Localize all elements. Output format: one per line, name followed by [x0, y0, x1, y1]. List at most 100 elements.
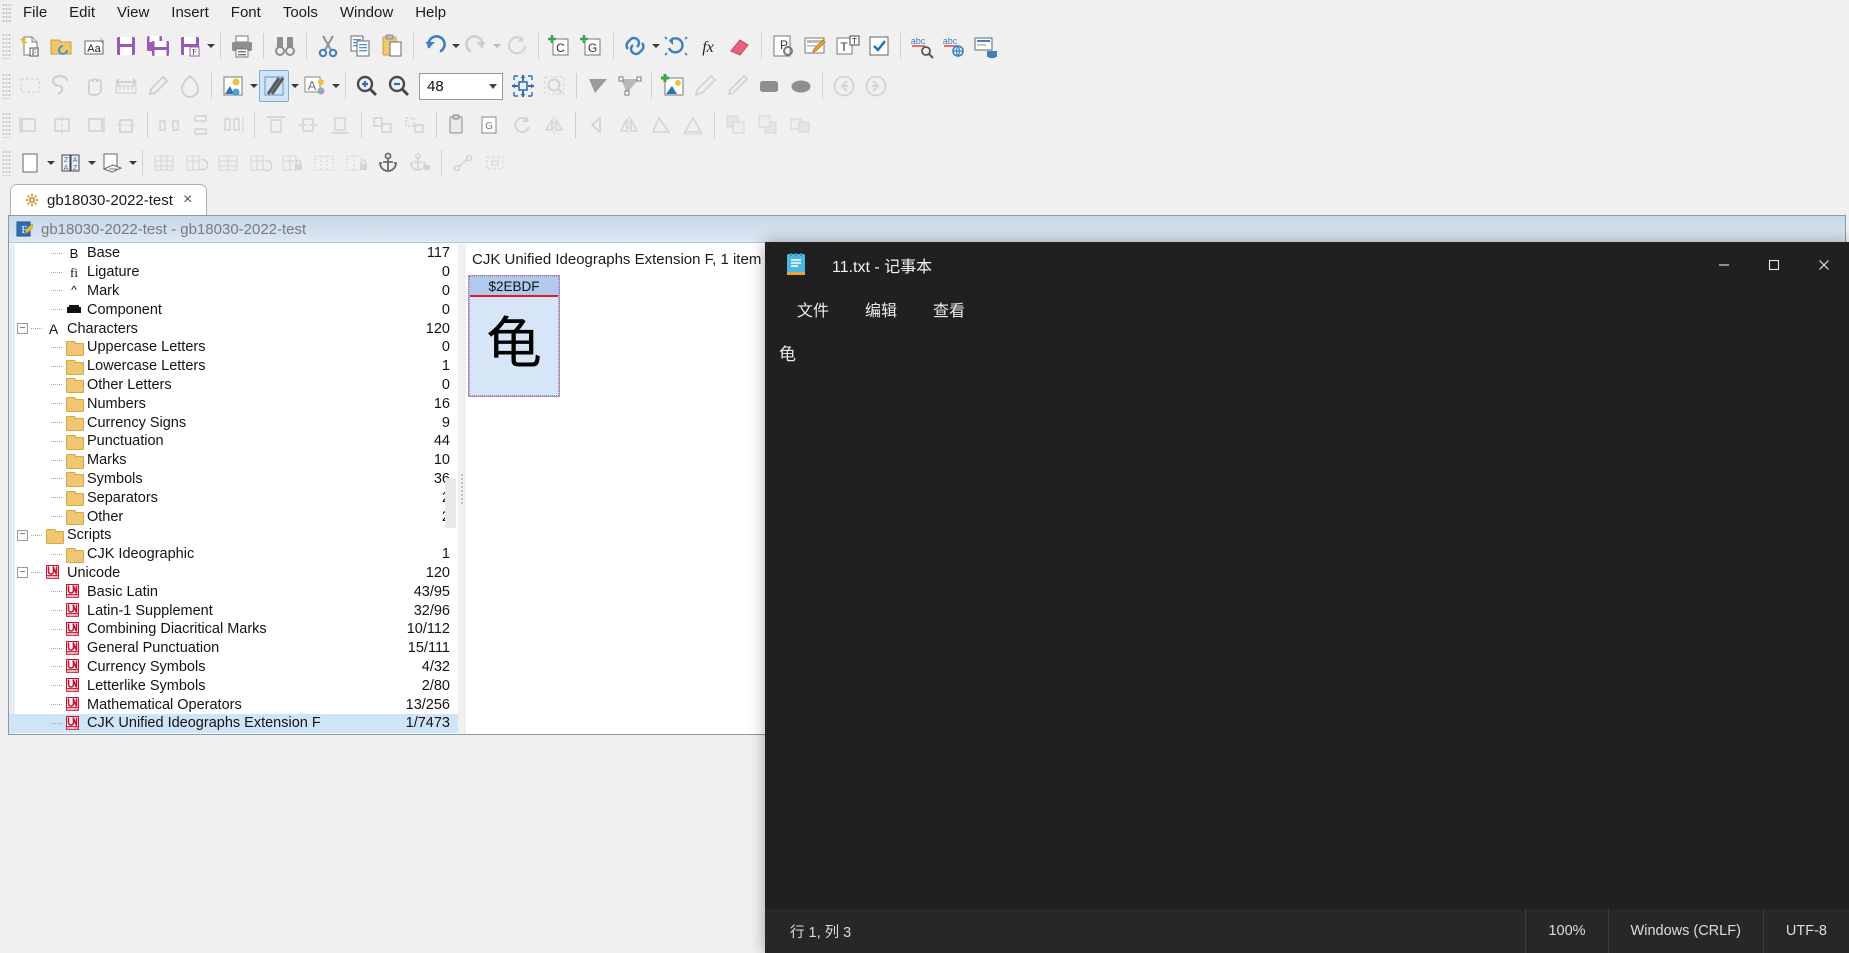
- next-glyph-button[interactable]: [861, 70, 891, 102]
- install-font-button[interactable]: Aa: [79, 30, 109, 62]
- glyph-category-tree[interactable]: B Base 117 fi Ligature 0 ^ Mark 0 Component 0 − A Cha…: [9, 244, 458, 734]
- previous-contour-button[interactable]: [582, 109, 612, 141]
- fill-color-caret[interactable]: [250, 84, 258, 88]
- function-button[interactable]: fx: [693, 30, 723, 62]
- tree-item[interactable]: Lowercase Letters 1: [9, 357, 458, 376]
- notepad-menu-view[interactable]: 查看: [919, 292, 979, 326]
- zoom-level[interactable]: 100%: [1525, 909, 1607, 953]
- notepad-menu-edit[interactable]: 编辑: [851, 292, 911, 326]
- spellcheck-button[interactable]: abc: [907, 30, 937, 62]
- notepad-menu-file[interactable]: 文件: [783, 292, 843, 326]
- menu-insert[interactable]: Insert: [160, 1, 220, 24]
- redo-button[interactable]: [461, 30, 491, 62]
- distribute-v-button[interactable]: [186, 109, 216, 141]
- link-dropdown-caret[interactable]: [652, 44, 660, 48]
- edit-metadata-button[interactable]: [800, 30, 830, 62]
- menu-grip[interactable]: [2, 2, 12, 23]
- edit-table-button[interactable]: [213, 147, 243, 179]
- swap-order-button[interactable]: [785, 109, 815, 141]
- measure-tool[interactable]: [111, 70, 141, 102]
- lasso-tool[interactable]: [47, 70, 77, 102]
- align-vcenter-button[interactable]: [293, 109, 323, 141]
- menu-edit[interactable]: Edit: [58, 1, 106, 24]
- tab-gb18030-2022-test[interactable]: gb18030-2022-test ×: [10, 184, 208, 215]
- insert-image-button[interactable]: [658, 70, 688, 102]
- lock-columns-button[interactable]: [341, 147, 371, 179]
- tree-item[interactable]: Punctuation 44: [9, 432, 458, 451]
- select-tool[interactable]: [15, 70, 45, 102]
- add-glyph-button[interactable]: G: [577, 30, 607, 62]
- print-button[interactable]: [227, 30, 257, 62]
- tree-item[interactable]: ^ Mark 0: [9, 282, 458, 301]
- encoding[interactable]: UTF-8: [1762, 909, 1849, 953]
- zoom-selection-button[interactable]: [540, 70, 570, 102]
- send-back-button[interactable]: [753, 109, 783, 141]
- tree-item[interactable]: − A Characters 120: [9, 319, 458, 338]
- update-glyphs-button[interactable]: [661, 30, 691, 62]
- distort-button[interactable]: [678, 109, 708, 141]
- text-tool-caret[interactable]: [332, 84, 340, 88]
- copy-button[interactable]: [345, 30, 375, 62]
- insert-table-button[interactable]: [149, 147, 179, 179]
- anchor-lock-button[interactable]: [405, 147, 435, 179]
- toolbar-grip[interactable]: [2, 150, 11, 176]
- add-character-button[interactable]: C: [545, 30, 575, 62]
- revert-table-button[interactable]: [245, 147, 275, 179]
- contour-style-button[interactable]: [259, 70, 289, 102]
- test-text-button[interactable]: T T: [832, 30, 862, 62]
- align-center-h-button[interactable]: [47, 109, 77, 141]
- notepad-title-bar[interactable]: 11.txt - 记事本: [765, 242, 1849, 288]
- sort-button[interactable]: Z A A Z: [56, 147, 86, 179]
- tree-item[interactable]: UNICODE CJK Unified Ideographs Extension…: [9, 713, 458, 733]
- ellipse-tool-button[interactable]: [786, 70, 816, 102]
- tree-item[interactable]: UNICODE Combining Diacritical Marks 10/11…: [9, 620, 458, 639]
- tree-item[interactable]: UNICODE Mathematical Operators 13/256: [9, 695, 458, 714]
- tree-item[interactable]: Marks 10: [9, 451, 458, 470]
- align-top-button[interactable]: [261, 109, 291, 141]
- tree-item[interactable]: UNICODE Currency Symbols 4/32: [9, 658, 458, 677]
- lock-table-button[interactable]: [277, 147, 307, 179]
- minimize-button[interactable]: [1699, 242, 1749, 288]
- close-icon[interactable]: ×: [181, 192, 194, 208]
- align-middle-button[interactable]: [111, 109, 141, 141]
- previous-glyph-button[interactable]: [829, 70, 859, 102]
- table-undo-button[interactable]: [181, 147, 211, 179]
- document-title-bar[interactable]: F gb18030-2022-test - gb18030-2022-test: [9, 216, 1845, 243]
- tree-vertical-scrollbar[interactable]: [445, 478, 456, 528]
- tree-item[interactable]: UNICODE Letterlike Symbols 2/80: [9, 676, 458, 695]
- pen-tool[interactable]: [175, 70, 205, 102]
- distribute-h-button[interactable]: [154, 109, 184, 141]
- slant-transform-button[interactable]: [615, 70, 645, 102]
- font-size-combo[interactable]: 48: [419, 72, 503, 100]
- menu-view[interactable]: View: [106, 1, 160, 24]
- rotate-button[interactable]: [507, 109, 537, 141]
- save-all-button[interactable]: [143, 30, 173, 62]
- tree-item[interactable]: B Base 117: [9, 244, 458, 263]
- anchor-button[interactable]: [373, 147, 403, 179]
- toolbar-grip[interactable]: [2, 112, 11, 138]
- paste-special-button[interactable]: [443, 109, 473, 141]
- contour-style-caret[interactable]: [291, 84, 299, 88]
- save-as-font-button[interactable]: F: [175, 30, 205, 62]
- glyph-cell[interactable]: $2EBDF 龟: [468, 275, 560, 397]
- undo-button[interactable]: [420, 30, 450, 62]
- tree-item[interactable]: Numbers 16: [9, 394, 458, 413]
- tree-item[interactable]: − Scripts: [9, 526, 458, 545]
- tree-item[interactable]: UNICODE Latin-1 Supplement 32/96: [9, 601, 458, 620]
- save-as-dropdown-caret[interactable]: [207, 44, 215, 48]
- toolbar-grip[interactable]: [2, 33, 11, 59]
- collapse-expander[interactable]: −: [17, 529, 28, 541]
- notepad-text-area[interactable]: 龟: [765, 330, 1849, 909]
- link-glyphs-button[interactable]: [620, 30, 650, 62]
- space-evenly-button[interactable]: [218, 109, 248, 141]
- export-caret[interactable]: [129, 161, 137, 165]
- web-check-button[interactable]: abc: [939, 30, 969, 62]
- tree-item[interactable]: CJK Ideographic 1: [9, 545, 458, 564]
- collapse-expander[interactable]: −: [17, 567, 28, 579]
- redo-dropdown-caret[interactable]: [493, 44, 501, 48]
- fit-to-window-button[interactable]: [508, 70, 538, 102]
- clear-button[interactable]: [725, 30, 755, 62]
- menu-help[interactable]: Help: [404, 1, 457, 24]
- cut-button[interactable]: [313, 30, 343, 62]
- tree-item[interactable]: Separators2: [9, 488, 458, 507]
